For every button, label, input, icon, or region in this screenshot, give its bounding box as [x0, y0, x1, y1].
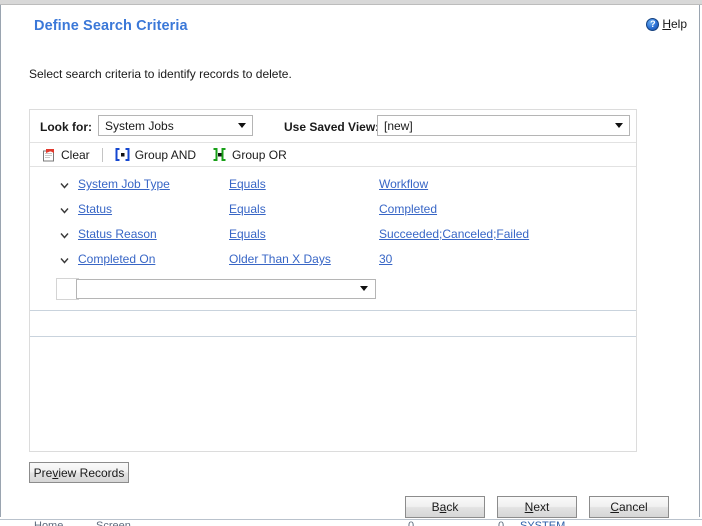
- criteria-row: System Job Type Equals Workflow: [30, 174, 636, 199]
- group-and-icon: [115, 148, 130, 161]
- group-or-icon: [212, 148, 227, 161]
- next-button[interactable]: Next: [497, 496, 577, 518]
- chevron-down-icon: [615, 123, 623, 128]
- lookfor-select[interactable]: System Jobs: [98, 115, 253, 136]
- group-or-button[interactable]: Group OR: [208, 145, 291, 165]
- clear-icon: [42, 148, 56, 162]
- criteria-row: Completed On Older Than X Days 30: [30, 249, 636, 274]
- row-expand-chevron-icon[interactable]: [59, 230, 70, 241]
- panel-divider: [30, 336, 636, 337]
- background-cell: Screen...: [96, 521, 140, 526]
- help-label-suffix: elp: [670, 17, 687, 31]
- criteria-field-link[interactable]: Status: [78, 202, 112, 216]
- criteria-row: Status Reason Equals Succeeded;Canceled;…: [30, 224, 636, 249]
- criteria-operator-link[interactable]: Equals: [229, 227, 266, 241]
- lookfor-label: Look for:: [40, 120, 92, 134]
- page-title: Define Search Criteria: [34, 18, 188, 34]
- background-cell: SYSTEM: [520, 521, 565, 526]
- criteria-toolbar: Clear Group AND Group OR: [30, 143, 636, 167]
- criteria-operator-link[interactable]: Older Than X Days: [229, 252, 331, 266]
- preview-records-button[interactable]: Preview Records: [29, 462, 129, 483]
- row-expand-chevron-icon[interactable]: [59, 180, 70, 191]
- next-label: Next: [524, 500, 550, 514]
- lookfor-bar: Look for: System Jobs Use Saved View: [n…: [30, 110, 636, 143]
- clear-button[interactable]: Clear: [38, 145, 94, 165]
- criteria-rows: System Job Type Equals Workflow Status E…: [30, 167, 636, 303]
- row-expand-chevron-icon[interactable]: [59, 205, 70, 216]
- group-or-label: Group OR: [232, 147, 287, 162]
- group-and-button[interactable]: Group AND: [111, 145, 200, 165]
- criteria-field-link[interactable]: Status Reason: [78, 227, 157, 241]
- row-expand-chevron-icon[interactable]: [59, 255, 70, 266]
- criteria-value-link[interactable]: Workflow: [379, 177, 428, 191]
- criteria-operator-link[interactable]: Equals: [229, 202, 266, 216]
- criteria-value-link[interactable]: Completed: [379, 202, 437, 216]
- cancel-button[interactable]: Cancel: [589, 496, 669, 518]
- criteria-panel: Look for: System Jobs Use Saved View: [n…: [29, 109, 637, 452]
- toolbar-divider: [101, 147, 103, 162]
- help-link[interactable]: ? Help: [646, 17, 687, 31]
- chevron-down-icon: [360, 286, 368, 291]
- saved-view-label: Use Saved View:: [284, 120, 380, 134]
- criteria-field-link[interactable]: System Job Type: [78, 177, 170, 191]
- criteria-value-link[interactable]: 30: [379, 252, 392, 266]
- instruction-text: Select search criteria to identify recor…: [29, 67, 292, 81]
- criteria-value-link[interactable]: Succeeded;Canceled;Failed: [379, 227, 529, 241]
- help-circle-icon: ?: [646, 17, 660, 31]
- criteria-field-link[interactable]: Completed On: [78, 252, 155, 266]
- clear-label: Clear: [61, 147, 90, 162]
- panel-divider: [30, 310, 636, 311]
- new-criteria-row: [30, 278, 636, 303]
- criteria-row: Status Equals Completed: [30, 199, 636, 224]
- lookfor-value: System Jobs: [105, 119, 174, 133]
- define-search-criteria-dialog: Define Search Criteria ? Help Select sea…: [0, 5, 700, 518]
- saved-view-value: [new]: [384, 119, 413, 133]
- back-label: Back: [431, 500, 459, 514]
- background-cell: 0: [408, 521, 414, 526]
- help-accelerator: H: [662, 17, 671, 31]
- help-label: Help: [662, 17, 687, 31]
- background-cell: ...: [166, 521, 175, 526]
- criteria-operator-link[interactable]: Equals: [229, 177, 266, 191]
- background-cell: Home: [34, 521, 63, 526]
- cancel-label: Cancel: [610, 500, 648, 514]
- preview-records-label: Preview Records: [33, 465, 125, 480]
- background-cell: 0: [498, 521, 504, 526]
- saved-view-select[interactable]: [new]: [377, 115, 630, 136]
- back-button[interactable]: Back: [405, 496, 485, 518]
- new-criteria-field-select[interactable]: [76, 279, 376, 299]
- group-and-label: Group AND: [134, 147, 197, 162]
- chevron-down-icon: [238, 123, 246, 128]
